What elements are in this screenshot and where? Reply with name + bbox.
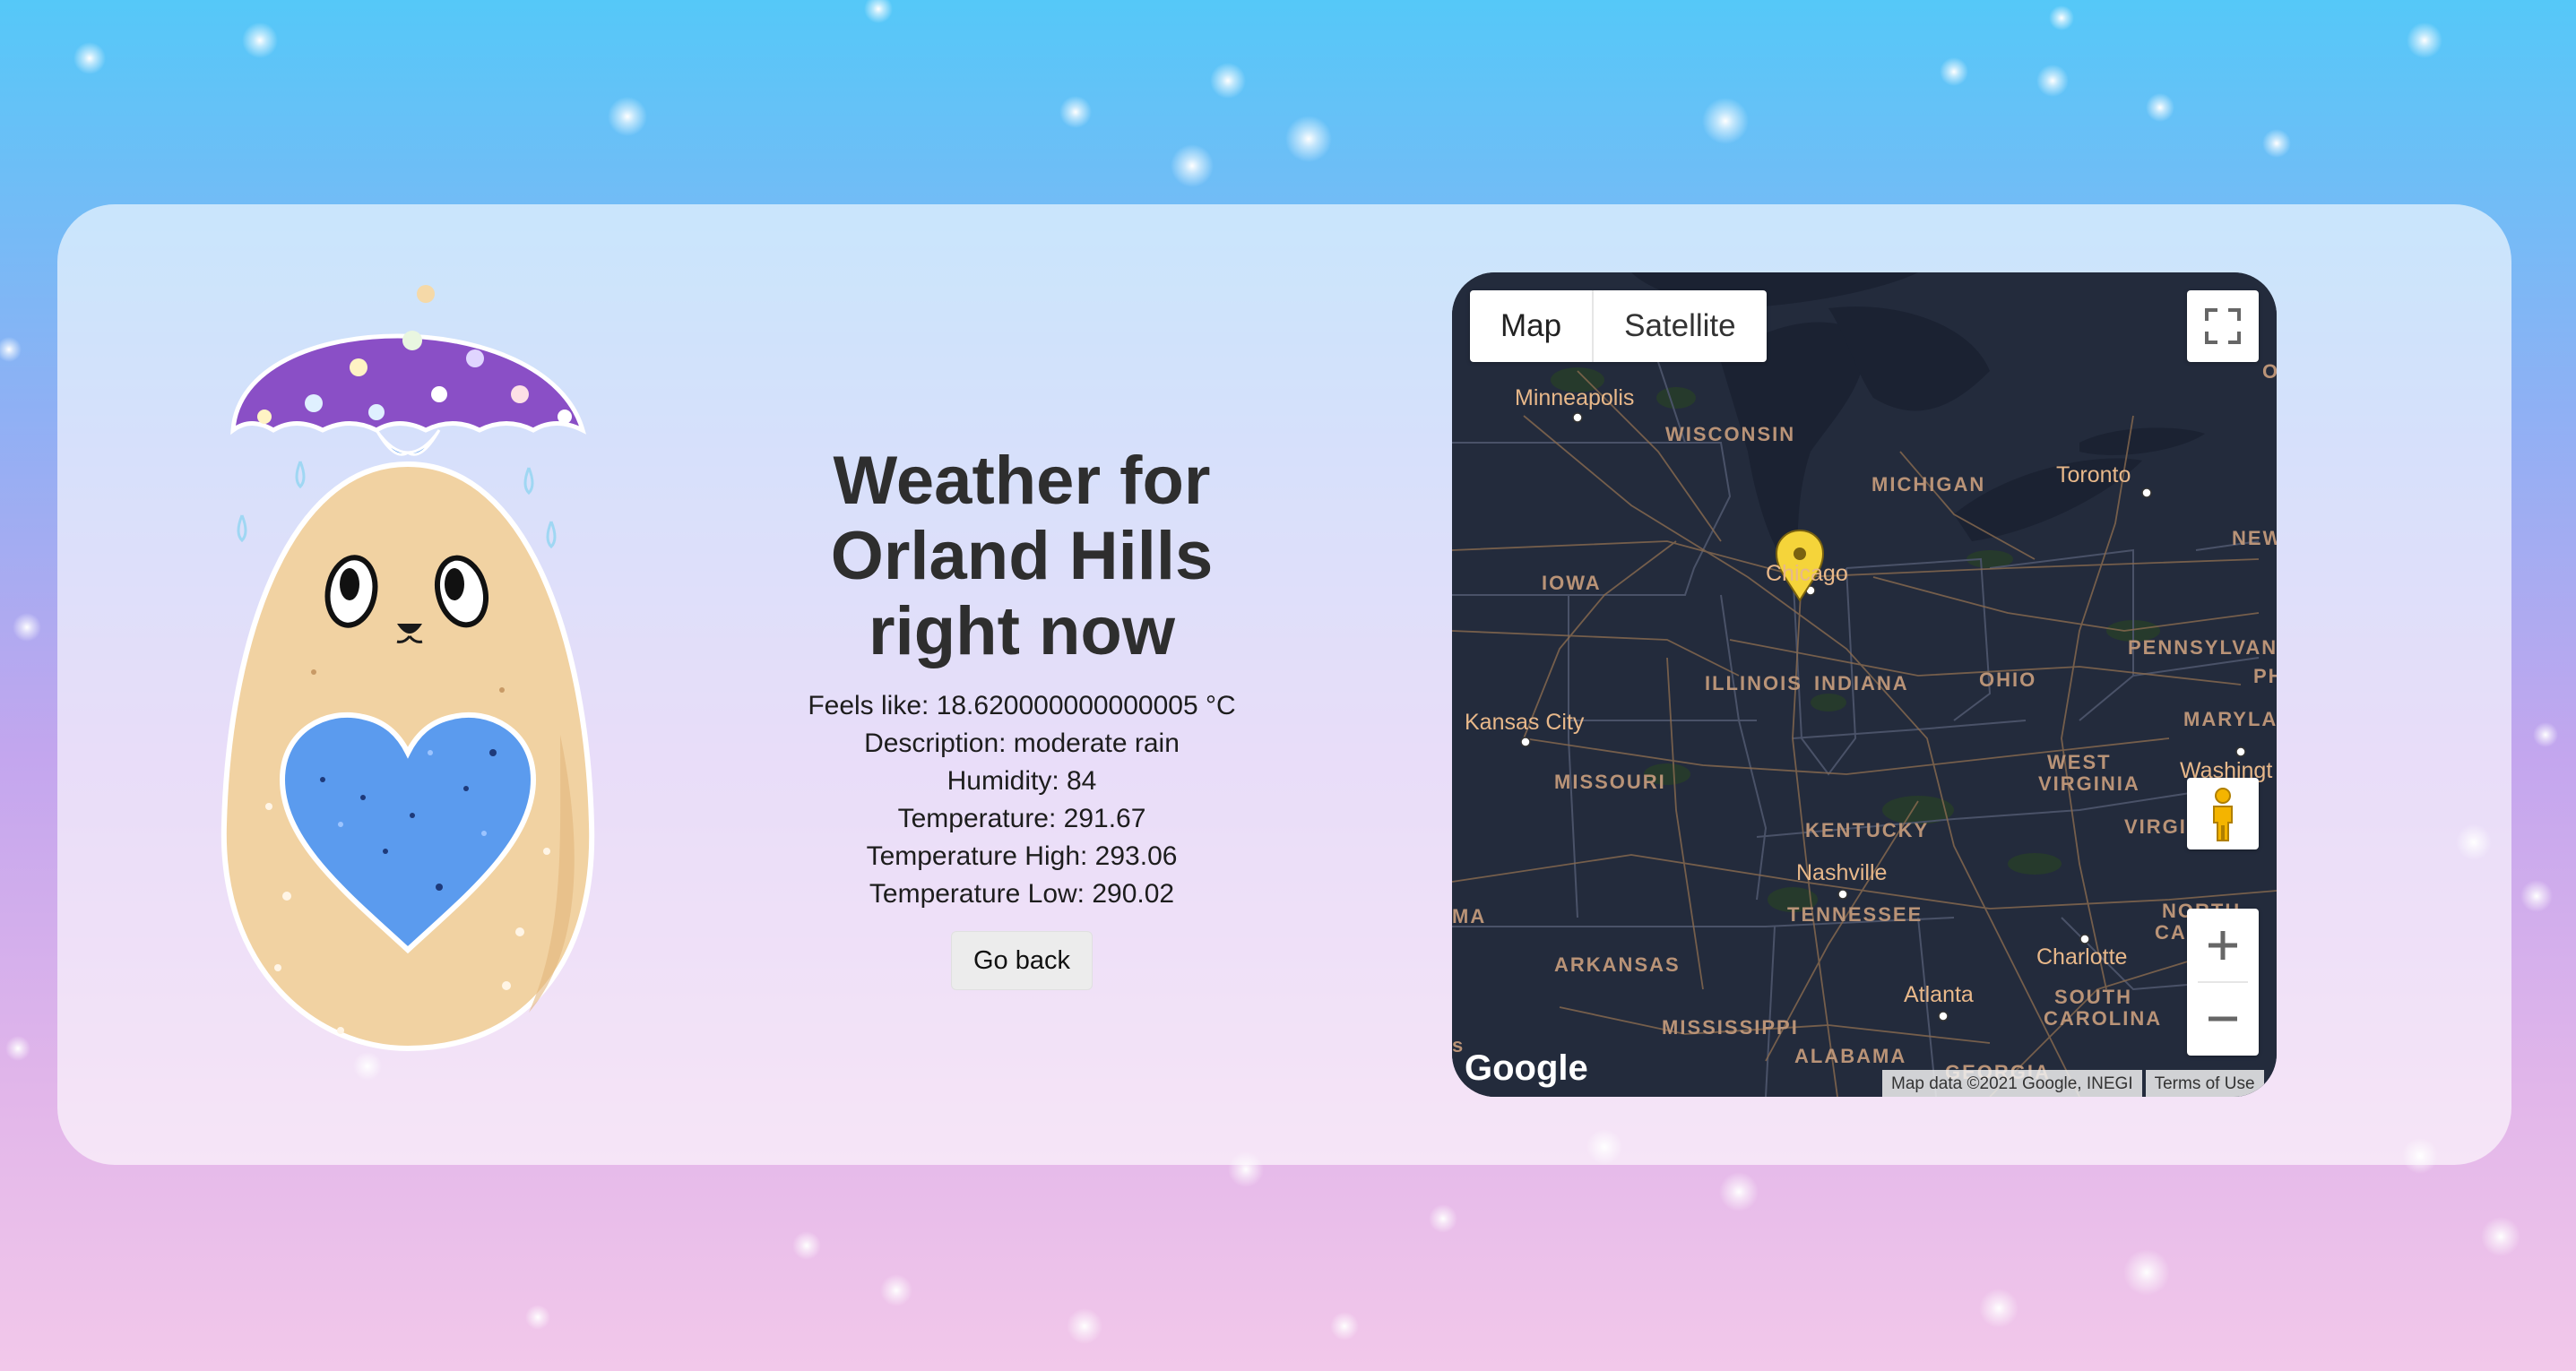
sparkle (1059, 96, 1092, 128)
map-type-satellite-button[interactable]: Satellite (1594, 290, 1767, 362)
state-label-ph-fragment: PH (2253, 665, 2277, 687)
map-attribution: Map data ©2021 Google, INEGI Terms of Us… (1882, 1070, 2264, 1097)
fullscreen-button[interactable] (2187, 290, 2259, 362)
city-label-charlotte: Charlotte (2036, 944, 2128, 970)
zoom-in-button[interactable] (2187, 909, 2259, 982)
sparkle (1702, 98, 1749, 144)
sparkle (2262, 129, 2291, 158)
description-text: Description: moderate rain (864, 729, 1180, 758)
sparkle (13, 613, 41, 642)
weather-info: Weather for Orland Hills right now Feels… (627, 444, 1416, 990)
sparkle (2481, 1217, 2520, 1256)
map-data-text: Map data ©2021 Google, INEGI (1882, 1070, 2142, 1097)
sparkle (1330, 1312, 1359, 1341)
city-label-atlanta: Atlanta (1904, 982, 1974, 1007)
city-label-chicago: Chicago (1766, 561, 1848, 586)
sparkle (0, 337, 22, 362)
sparkle (2146, 93, 2174, 122)
state-label-s-fragment: s (1452, 1034, 1465, 1056)
terms-of-use-link[interactable]: Terms of Use (2145, 1070, 2264, 1097)
state-label-kentucky: KENTUCKY (1805, 819, 1930, 841)
city-label-nashville: Nashville (1796, 860, 1888, 885)
state-label-illinois: ILLINOIS (1705, 672, 1802, 694)
state-label-missouri: MISSOURI (1554, 771, 1666, 793)
state-label-maryland: MARYLA (2183, 708, 2277, 730)
state-label-virginia: VIRGI (2124, 815, 2187, 838)
sparkle (2533, 722, 2558, 747)
state-label-o-fragment: O (2262, 360, 2277, 383)
city-label-minneapolis: Minneapolis (1515, 385, 1635, 410)
sparkle (864, 0, 893, 23)
sparkle (5, 1036, 30, 1061)
map-type-map-button[interactable]: Map (1470, 290, 1592, 362)
state-label-alabama: ALABAMA (1794, 1045, 1907, 1067)
weather-details: Feels like: 18.620000000000005 °C Descri… (627, 687, 1416, 913)
temperature-low-text: Temperature Low: 290.02 (869, 879, 1175, 909)
sparkle (608, 97, 647, 136)
state-label-mississippi: MISSISSIPPI (1662, 1016, 1799, 1039)
feels-like-text: Feels like: 18.620000000000005 °C (808, 691, 1236, 720)
go-back-button[interactable]: Go back (951, 931, 1093, 990)
state-label-ohio: OHIO (1979, 668, 2037, 691)
sparkle (2520, 880, 2553, 912)
sparkle (1171, 144, 1214, 187)
google-logo[interactable]: Google (1465, 1048, 1588, 1089)
sparkle (2123, 1249, 2170, 1296)
umbrella-icon (230, 285, 586, 456)
plus-icon (2209, 931, 2237, 960)
temperature-high-text: Temperature High: 293.06 (866, 841, 1178, 871)
zoom-out-button[interactable] (2187, 982, 2259, 1056)
state-label-ma-fragment: MA (1452, 905, 1487, 927)
sparkle (2407, 22, 2442, 58)
sparkle (1719, 1172, 1759, 1211)
sparkle (1979, 1289, 2018, 1328)
sparkle (1067, 1308, 1102, 1344)
map-type-control: Map Satellite (1470, 290, 1767, 362)
sparkle (525, 1305, 550, 1330)
state-label-indiana: INDIANA (1814, 672, 1909, 694)
sparkle (1940, 57, 1968, 86)
pegman-icon (2213, 788, 2233, 841)
minus-icon (2209, 1016, 2237, 1022)
sparkle (792, 1231, 821, 1260)
sparkle (2036, 65, 2069, 97)
state-label-wisconsin: WISCONSIN (1665, 423, 1796, 445)
state-label-new-york: NEW (2232, 527, 2277, 549)
state-label-south-carolina-2: CAROLINA (2044, 1007, 2163, 1030)
sparkle (880, 1274, 912, 1306)
fullscreen-icon (2205, 308, 2241, 344)
humidity-text: Humidity: 84 (947, 766, 1097, 796)
sparkle (73, 42, 106, 74)
sparkle (242, 22, 278, 58)
state-label-south-carolina-1: SOUTH (2054, 986, 2132, 1008)
google-map[interactable]: Minneapolis Toronto Chicago Kansas City … (1452, 272, 2277, 1097)
state-label-west-virginia-1: WEST (2047, 751, 2112, 773)
street-view-button[interactable] (2187, 778, 2259, 849)
city-label-toronto: Toronto (2056, 462, 2131, 487)
temperature-text: Temperature: 291.67 (897, 804, 1146, 833)
sparkle (2049, 5, 2074, 30)
sparkle (1210, 63, 1246, 99)
state-label-arkansas: ARKANSAS (1554, 953, 1681, 976)
zoom-divider (2198, 981, 2248, 983)
city-label-kansas-city: Kansas City (1465, 710, 1585, 735)
state-label-iowa: IOWA (1542, 572, 1602, 594)
potato-umbrella-mascot (220, 285, 595, 1052)
state-label-michigan: MICHIGAN (1871, 473, 1986, 496)
page-title: Weather for Orland Hills right now (830, 443, 1214, 669)
state-label-west-virginia-2: VIRGINIA (2038, 772, 2140, 795)
state-label-tennessee: TENNESSEE (1787, 903, 1923, 926)
zoom-control (2187, 909, 2259, 1056)
state-label-pennsylvania: PENNSYLVAN (2128, 636, 2277, 659)
sparkle (1429, 1204, 1457, 1233)
sparkle (1285, 116, 1332, 162)
